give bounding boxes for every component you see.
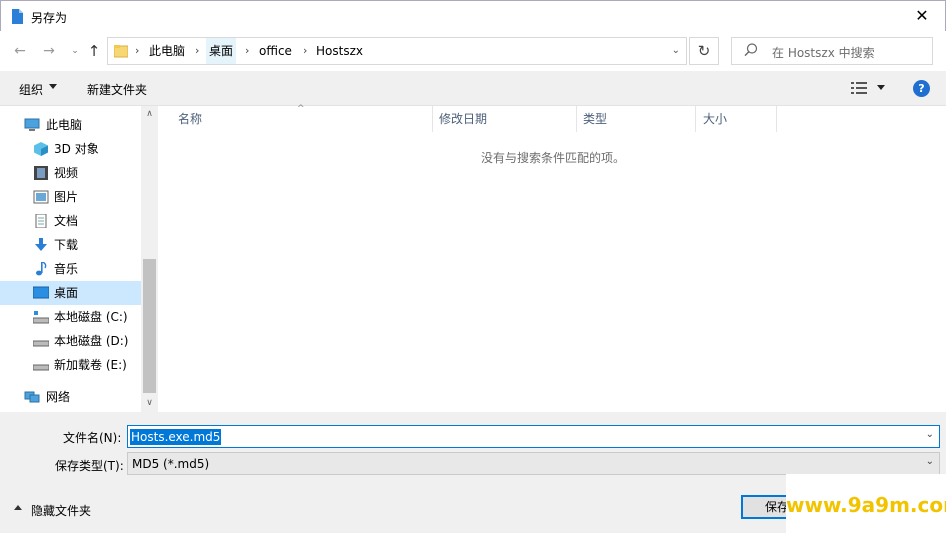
folder-icon [114, 45, 128, 58]
sidebar-item-label: 文档 [54, 214, 79, 228]
column-header-name[interactable]: 名称 [178, 106, 202, 132]
chevron-down-icon[interactable]: ⌄ [672, 38, 680, 64]
sidebar-item-label: 新加载卷 (E:) [54, 358, 127, 372]
scroll-down-button[interactable]: ∨ [141, 395, 158, 412]
sidebar-item-label: 图片 [54, 190, 79, 204]
sidebar-item-label: 网络 [46, 390, 71, 404]
breadcrumb-office[interactable]: office [256, 38, 295, 64]
view-options-icon[interactable] [851, 82, 867, 94]
command-toolbar: 组织 新建文件夹 ? [0, 71, 946, 106]
chevron-down-icon[interactable] [49, 84, 57, 89]
sidebar-item-this-pc[interactable]: 此电脑 [0, 113, 141, 137]
filename-field[interactable]: Hosts.exe.md5 ⌄ [127, 425, 940, 448]
drive-icon [33, 340, 49, 347]
download-icon [35, 238, 47, 251]
column-divider[interactable] [432, 106, 433, 132]
sidebar-item-videos[interactable]: 视频 [0, 161, 141, 185]
filename-value[interactable]: Hosts.exe.md5 [130, 429, 222, 445]
search-input[interactable]: 在 Hostszx 中搜索 [772, 44, 875, 61]
picture-icon [33, 190, 49, 204]
column-divider[interactable] [776, 106, 777, 132]
network-icon [24, 391, 40, 403]
sidebar-item-label: 此电脑 [46, 118, 83, 132]
chevron-down-icon[interactable]: ⌄ [926, 429, 934, 440]
refresh-button[interactable]: ↻ [689, 37, 719, 65]
filetype-label: 保存类型(T): [55, 459, 124, 473]
sidebar-item-network[interactable]: 网络 [0, 385, 141, 409]
sidebar-item-desktop[interactable]: 桌面 [0, 281, 141, 305]
close-button[interactable]: ✕ [899, 1, 945, 32]
desktop-icon [33, 286, 49, 299]
navigation-bar: ← → ⌄ ↑ › 此电脑 › 桌面 › office › Hostszx ⌄ … [0, 31, 946, 71]
breadcrumb-this-pc[interactable]: 此电脑 [146, 38, 188, 64]
sidebar-item-label: 本地磁盘 (D:) [54, 334, 129, 348]
sidebar-item-3d-objects[interactable]: 3D 对象 [0, 137, 141, 161]
breadcrumb-hostszx[interactable]: Hostszx [313, 38, 366, 64]
filename-label: 文件名(N): [63, 431, 122, 445]
address-bar[interactable]: › 此电脑 › 桌面 › office › Hostszx ⌄ [107, 37, 687, 65]
drive-icon [33, 311, 49, 324]
document-icon [35, 214, 47, 228]
sort-ascending-icon: ^ [297, 104, 305, 114]
new-folder-button[interactable]: 新建文件夹 [87, 81, 147, 98]
help-icon[interactable]: ? [913, 80, 930, 97]
breadcrumb-separator: › [303, 44, 308, 57]
sidebar-item-drive-c[interactable]: 本地磁盘 (C:) [0, 305, 141, 329]
organize-menu[interactable]: 组织 [19, 81, 43, 98]
sidebar-item-drive-e[interactable]: 新加载卷 (E:) [0, 353, 141, 377]
computer-icon [24, 118, 40, 131]
back-button[interactable]: ← [9, 41, 31, 61]
chevron-up-icon[interactable] [14, 505, 22, 510]
watermark: www.9a9m.com [786, 474, 946, 533]
title-bar: 另存为 ✕ [0, 0, 946, 31]
sidebar-item-label: 本地磁盘 (C:) [54, 310, 128, 324]
chevron-down-icon[interactable]: ⌄ [926, 456, 934, 467]
sidebar-item-label: 视频 [54, 166, 79, 180]
breadcrumb-separator: › [195, 44, 200, 57]
up-folder-button[interactable]: ↑ [83, 41, 105, 61]
search-icon [744, 43, 758, 57]
video-icon [34, 166, 48, 180]
sidebar-item-downloads[interactable]: 下载 [0, 233, 141, 257]
file-list[interactable]: ^ 名称 修改日期 类型 大小 没有与搜索条件匹配的项。 [158, 104, 946, 412]
watermark-text: www.9a9m.com [786, 493, 946, 517]
sidebar-item-music[interactable]: 音乐 [0, 257, 141, 281]
scroll-up-button[interactable]: ∧ [141, 106, 158, 123]
filetype-select[interactable]: MD5 (*.md5) ⌄ [127, 452, 940, 475]
navigation-pane: 此电脑 3D 对象 视频 图片 文档 下载 音乐 桌面 本地磁盘 (C:) 本地… [0, 106, 141, 412]
breadcrumb-desktop[interactable]: 桌面 [206, 38, 237, 64]
sidebar-item-label: 下载 [54, 238, 79, 252]
sidebar-item-label: 3D 对象 [54, 142, 99, 156]
sidebar-item-documents[interactable]: 文档 [0, 209, 141, 233]
document-icon [12, 9, 23, 24]
column-divider[interactable] [695, 106, 696, 132]
column-header-size[interactable]: 大小 [703, 106, 727, 132]
drive-icon [33, 364, 49, 371]
chevron-down-icon[interactable] [877, 85, 885, 90]
search-box[interactable]: 在 Hostszx 中搜索 [731, 37, 933, 65]
breadcrumb-separator: › [245, 44, 250, 57]
sidebar-item-drive-d[interactable]: 本地磁盘 (D:) [0, 329, 141, 353]
sidebar-item-pictures[interactable]: 图片 [0, 185, 141, 209]
breadcrumb-separator: › [135, 44, 140, 57]
column-header-type[interactable]: 类型 [583, 106, 607, 132]
cube-icon [34, 142, 48, 156]
sidebar-item-label: 音乐 [54, 262, 79, 276]
filetype-value: MD5 (*.md5) [132, 457, 210, 471]
column-divider[interactable] [576, 106, 577, 132]
sidebar-item-label: 桌面 [54, 286, 79, 300]
empty-folder-message: 没有与搜索条件匹配的项。 [481, 151, 626, 165]
column-header-modified[interactable]: 修改日期 [439, 106, 487, 132]
scrollbar-thumb[interactable] [143, 259, 156, 393]
music-icon [36, 262, 47, 276]
window-title: 另存为 [31, 11, 68, 25]
hide-folders-toggle[interactable]: 隐藏文件夹 [31, 502, 91, 519]
navigation-scrollbar[interactable]: ∧ ∨ [141, 106, 158, 412]
forward-button[interactable]: → [38, 41, 60, 61]
